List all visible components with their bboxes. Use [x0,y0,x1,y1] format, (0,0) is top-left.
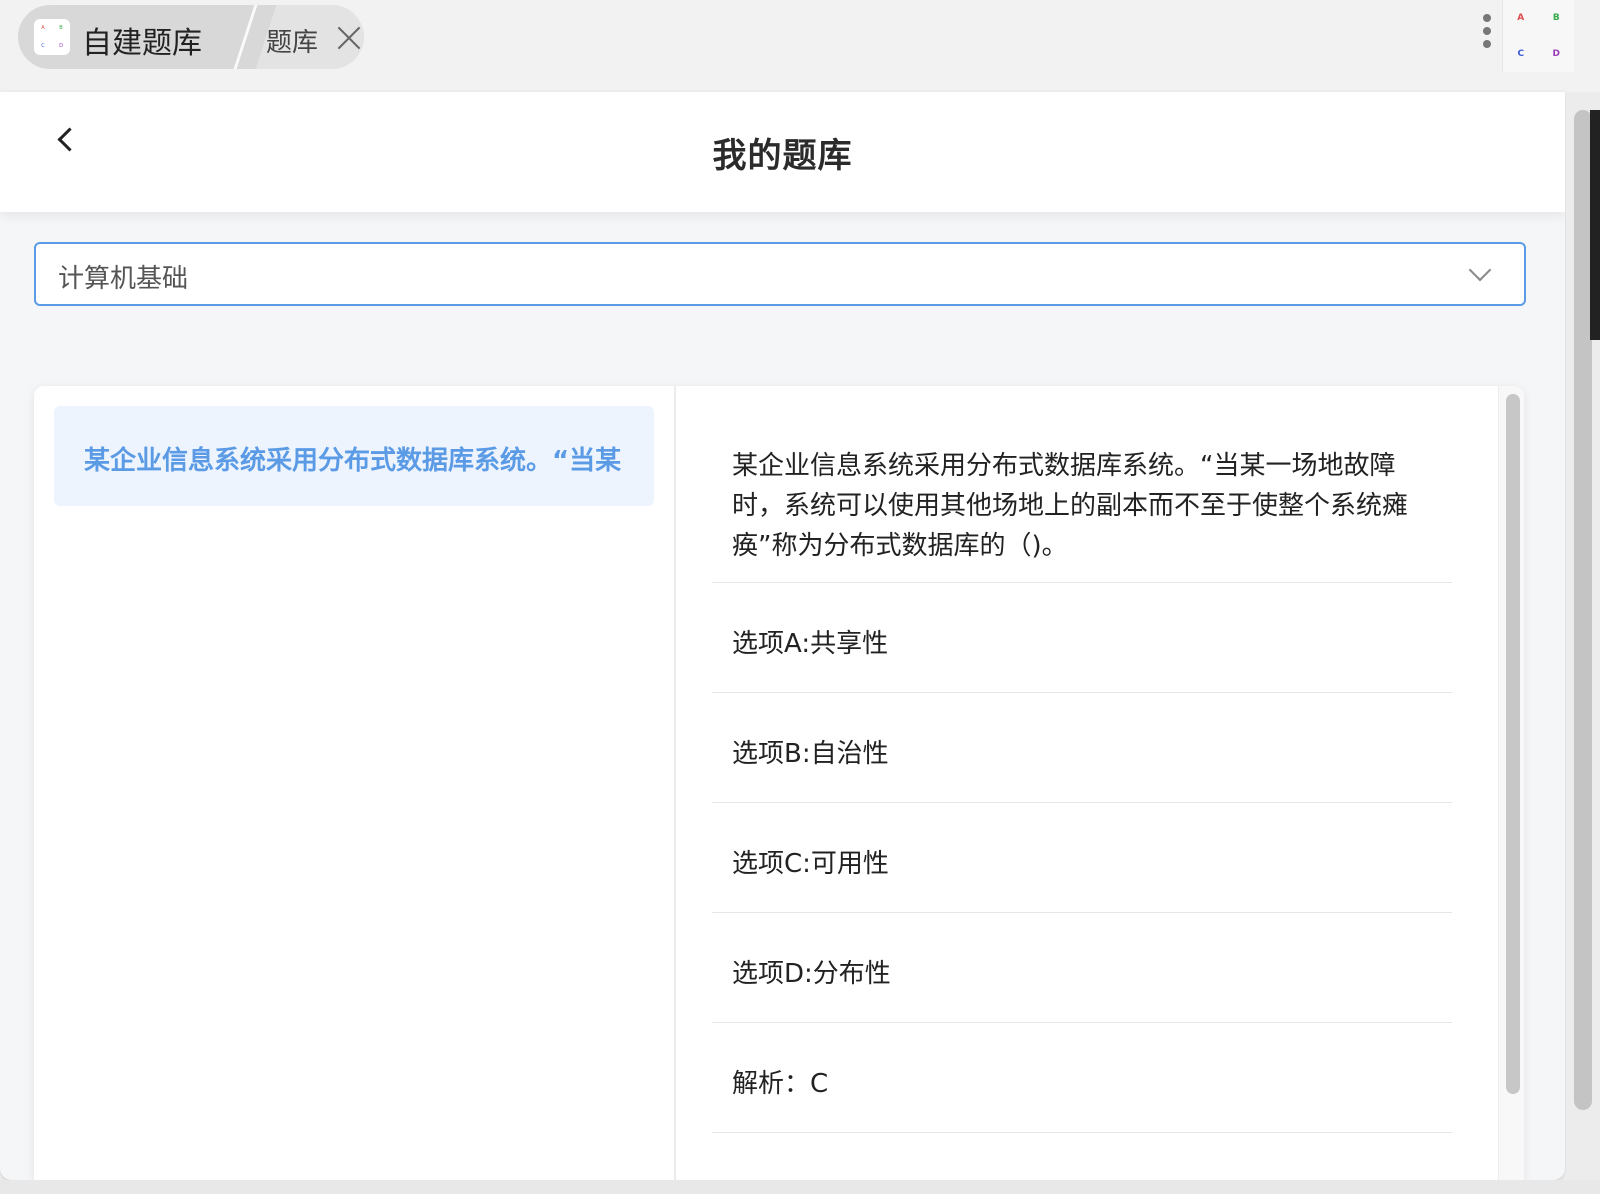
list-item-text: 某企业信息系统采用分布式数据库系统。“当某 [84,446,622,476]
question-card: 某企业信息系统采用分布式数据库系统。“当某 某企业信息系统采用分布式数据库系统。… [34,386,1524,1180]
option-d-row: 选项D:分布性 [712,912,1452,1022]
nav-header: 我的题库 [0,92,1565,212]
chevron-down-icon [1468,258,1492,282]
page-title: 我的题库 [712,136,853,176]
category-select-value: 计算机基础 [58,264,189,294]
analysis-row: 解析：C [712,1022,1452,1132]
option-a: 选项A:共享性 [732,629,889,659]
tab-tiku-title[interactable]: 题库 [266,22,318,59]
tab-bar: A B C D 自建题库 题库 A B C D [0,0,1600,92]
corner-letter-c: C [1517,49,1525,59]
detail-scrollbar-thumb[interactable] [1506,394,1520,1094]
option-c: 选项C:可用性 [732,849,889,879]
app-icon-letter-b: B [59,25,63,31]
analysis-text: 解析：C [732,1069,829,1099]
detail-scrollbar[interactable] [1498,386,1524,1180]
option-d: 选项D:分布性 [732,959,891,989]
option-b-row: 选项B:自治性 [712,692,1452,802]
corner-letter-d: D [1552,49,1560,59]
corner-letter-a: A [1517,13,1525,23]
list-item[interactable]: 某企业信息系统采用分布式数据库系统。“当某 [54,406,654,506]
app-icon-letter-a: A [41,25,45,31]
question-list: 某企业信息系统采用分布式数据库系统。“当某 [34,386,676,1180]
tab-group: A B C D 自建题库 题库 [18,5,364,69]
divider [712,1132,1452,1133]
category-select[interactable]: 计算机基础 [34,242,1526,306]
option-b: 选项B:自治性 [732,739,889,769]
question-text: 某企业信息系统采用分布式数据库系统。“当某一场地故障时，系统可以使用其他场地上的… [732,451,1409,561]
active-tab-title[interactable]: 自建题库 [82,18,202,62]
abcd-app-icon[interactable]: A B C D [1502,0,1574,72]
app-icon-letter-c: C [41,43,45,49]
close-icon[interactable] [336,25,362,51]
bottom-strip [0,1180,1600,1194]
option-a-row: 选项A:共享性 [712,582,1452,692]
option-c-row: 选项C:可用性 [712,802,1452,912]
app-icon: A B C D [34,19,70,55]
app-window: 我的题库 计算机基础 某企业信息系统采用分布式数据库系统。“当某 某企业信息系统… [0,92,1565,1180]
corner-letter-b: B [1552,13,1560,23]
question-detail: 某企业信息系统采用分布式数据库系统。“当某一场地故障时，系统可以使用其他场地上的… [678,386,1478,1180]
window-edge [1590,110,1600,340]
more-vertical-icon[interactable] [1480,14,1494,58]
app-icon-letter-d: D [59,43,63,49]
